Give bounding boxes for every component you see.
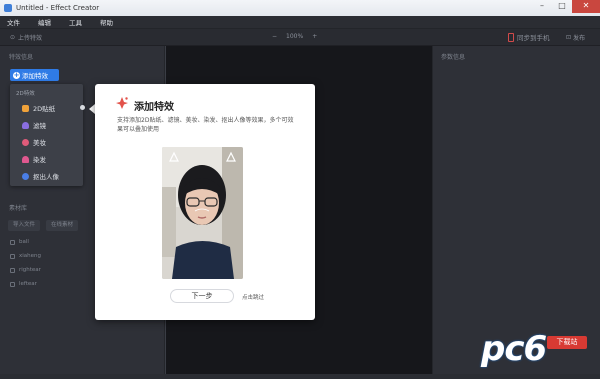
asset-item[interactable]: leftear	[10, 281, 37, 287]
site-watermark-logo: pc6 下载站	[481, 329, 593, 375]
menu-edit[interactable]: 编辑	[38, 17, 51, 27]
menu-item-cutout-portrait[interactable]: 抠出人像	[22, 171, 59, 181]
file-icon	[10, 253, 15, 259]
selected-indicator-icon	[80, 105, 85, 110]
sync-label: 同步到手机	[517, 34, 550, 42]
menu-item-label: 滤镜	[33, 122, 46, 130]
menu-item-label: 美妆	[33, 139, 46, 147]
filter-icon	[22, 121, 29, 129]
menu-item-label: 染发	[33, 156, 46, 164]
hair-icon	[22, 155, 29, 163]
sticker-icon	[22, 104, 29, 112]
close-button[interactable]: ✕	[572, 0, 600, 13]
makeup-icon	[22, 138, 29, 146]
menu-file[interactable]: 文件	[7, 17, 20, 27]
file-icon	[10, 281, 15, 287]
asset-name: leftear	[19, 281, 37, 287]
zoom-level: 100%	[286, 33, 304, 40]
minimize-button[interactable]: –	[532, 0, 552, 13]
online-assets-button[interactable]: 在线素材	[46, 220, 79, 231]
maximize-button[interactable]: □	[552, 0, 572, 13]
menu-item-makeup[interactable]: 美妆	[22, 137, 46, 147]
add-effect-button[interactable]: + 添加特效	[10, 69, 59, 81]
add-effect-guide-modal: 添加特效 支持添加2D贴纸、滤镜、美妆、染发、抠出人像等效果，多个可效果可以叠加…	[95, 84, 315, 320]
title-bar: Untitled - Effect Creator – □ ✕	[0, 0, 600, 16]
asset-item[interactable]: ball	[10, 239, 29, 245]
status-bar	[0, 374, 600, 379]
skip-link[interactable]: 点击跳过	[242, 293, 264, 301]
right-panel: 参数信息	[432, 46, 600, 374]
watermark-text: pc6	[481, 329, 547, 369]
plus-icon: +	[13, 70, 20, 79]
sample-portrait-image	[162, 147, 243, 279]
menu-item-2d-sticker[interactable]: 2D贴纸	[22, 103, 55, 113]
param-info-title: 参数信息	[441, 54, 466, 61]
modal-description: 支持添加2D贴纸、滤镜、美妆、染发、抠出人像等效果，多个可效果可以叠加使用	[117, 117, 294, 133]
zoom-control: − 100% +	[272, 33, 317, 40]
sparkle-icon	[116, 97, 128, 109]
asset-name: xiaheng	[19, 253, 41, 259]
upload-effect-button[interactable]: ⊙ 上传特效	[10, 33, 42, 42]
asset-library-title: 素材库	[9, 205, 28, 212]
file-icon	[10, 267, 15, 273]
dropdown-category: 2D特效	[16, 91, 35, 97]
portrait-icon	[22, 172, 29, 180]
menu-item-filter[interactable]: 滤镜	[22, 120, 46, 130]
menu-item-label: 2D贴纸	[33, 105, 56, 113]
add-effect-label: 添加特效	[22, 72, 48, 80]
menu-item-label: 抠出人像	[33, 173, 59, 181]
publish-button[interactable]: ⊡ 发布	[566, 33, 585, 42]
phone-icon	[508, 32, 514, 42]
zoom-in-button[interactable]: +	[312, 33, 317, 40]
toolbar: ⊙ 上传特效 − 100% + 同步到手机 ⊡ 发布	[0, 29, 600, 46]
menu-tools[interactable]: 工具	[69, 17, 82, 27]
effect-type-dropdown: 2D特效 2D贴纸 滤镜 美妆 染发 抠出人像	[10, 84, 83, 186]
publish-icon: ⊡	[566, 34, 572, 41]
window-controls: – □ ✕	[532, 0, 600, 13]
sync-to-phone-button[interactable]: 同步到手机	[508, 32, 550, 42]
asset-name: rightear	[19, 267, 41, 273]
import-file-button[interactable]: 导入文件	[8, 220, 41, 231]
upload-label: 上传特效	[18, 35, 43, 42]
upload-icon: ⊙	[10, 34, 16, 41]
menu-help[interactable]: 帮助	[100, 17, 113, 27]
asset-buttons: 导入文件 在线素材	[8, 220, 79, 231]
zoom-out-button[interactable]: −	[272, 33, 277, 40]
menu-item-hair-dye[interactable]: 染发	[22, 154, 46, 164]
effect-info-title: 特效信息	[9, 54, 34, 61]
asset-item[interactable]: xiaheng	[10, 253, 41, 259]
file-icon	[10, 239, 15, 245]
asset-item[interactable]: rightear	[10, 267, 41, 273]
modal-title: 添加特效	[134, 102, 174, 113]
publish-label: 发布	[573, 35, 586, 42]
menu-bar: 文件 编辑 工具 帮助	[0, 16, 600, 29]
watermark-sub: 下载站	[547, 336, 587, 349]
asset-name: ball	[19, 239, 29, 245]
app-icon	[4, 4, 12, 12]
window-title: Untitled - Effect Creator	[16, 4, 100, 12]
next-step-button[interactable]: 下一步	[170, 289, 234, 303]
